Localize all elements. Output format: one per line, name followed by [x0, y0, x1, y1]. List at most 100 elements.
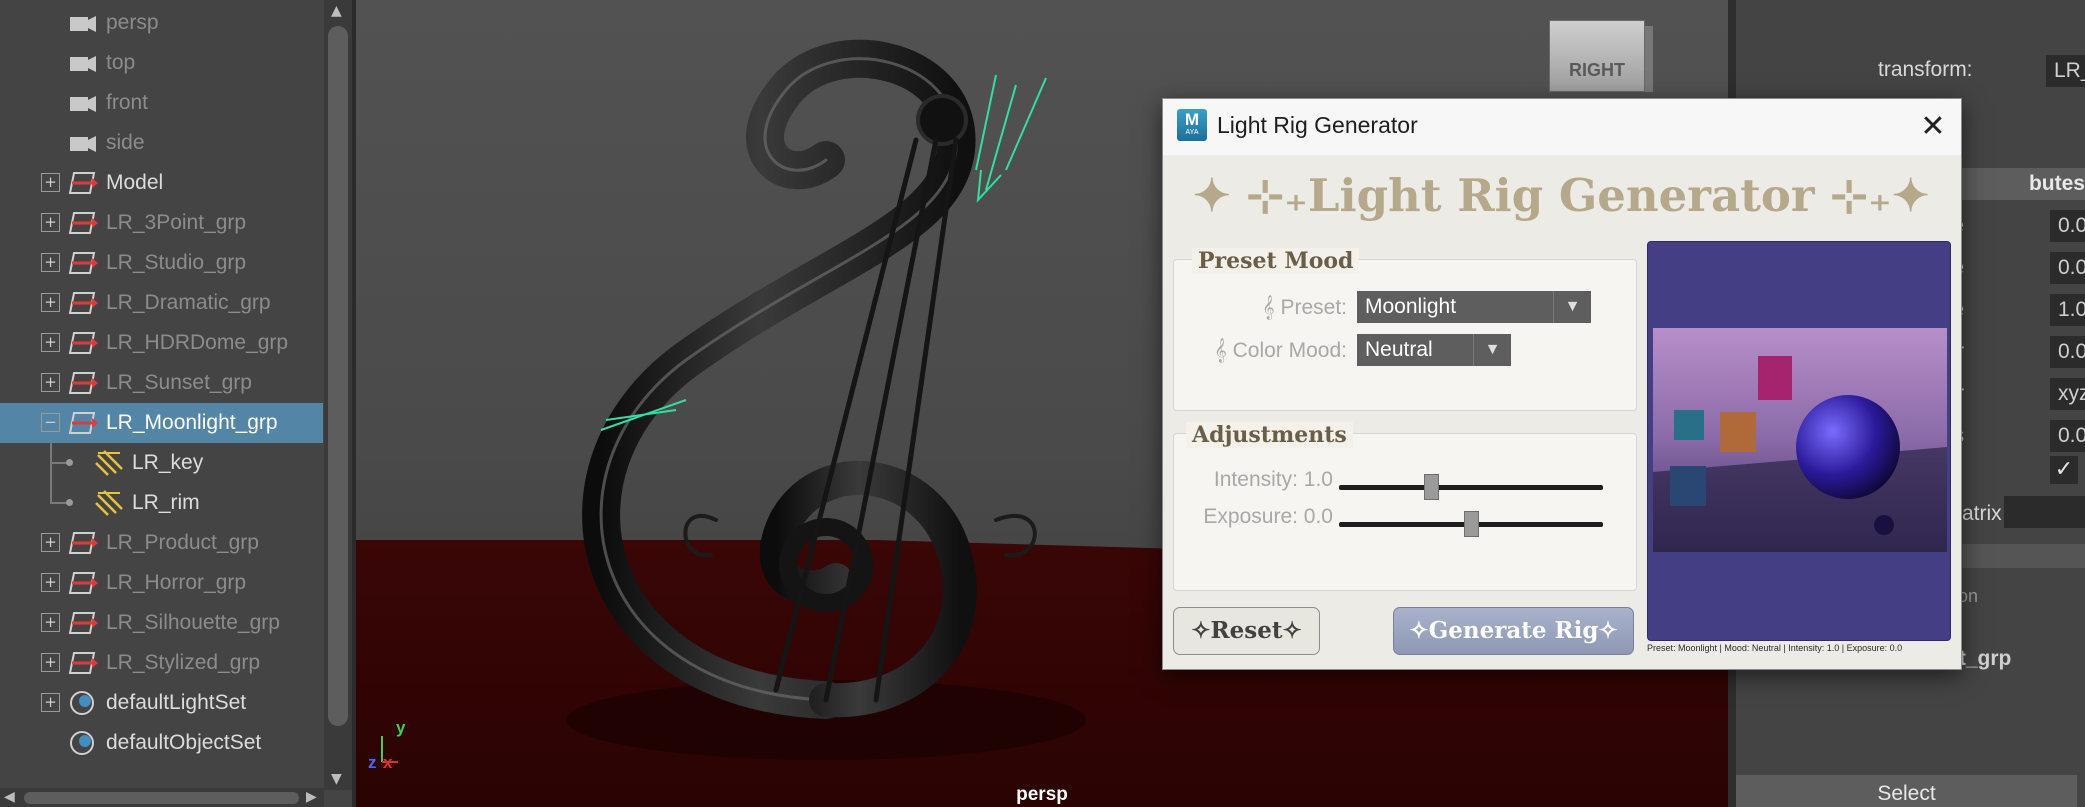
- attribute-row-field[interactable]: xyz: [2050, 378, 2085, 410]
- intensity-slider-thumb[interactable]: [1423, 474, 1439, 500]
- outliner-scroll-thumb[interactable]: [328, 26, 348, 726]
- preview-cube-orange: [1720, 412, 1756, 452]
- matrix-label: atrix: [1962, 502, 2002, 525]
- outliner-item-label: LR_Sunset_grp: [106, 371, 252, 394]
- outliner-item[interactable]: top: [0, 43, 323, 83]
- outliner-item[interactable]: − LR_Moonlight_grp: [0, 403, 323, 443]
- attribute-row-field[interactable]: 0.0: [2050, 336, 2085, 368]
- transform-name-field[interactable]: LR_: [2046, 55, 2085, 87]
- outliner-item[interactable]: + LR_Horror_grp: [0, 563, 323, 603]
- outliner-item[interactable]: + LR_Stylized_grp: [0, 643, 323, 683]
- matrix-field[interactable]: [2004, 496, 2085, 528]
- outliner-item-label: Model: [106, 171, 164, 194]
- outliner-item[interactable]: + LR_Product_grp: [0, 523, 323, 563]
- reset-button[interactable]: ✧Reset✧: [1173, 607, 1320, 655]
- close-icon[interactable]: ✕: [1913, 107, 1953, 147]
- outliner-horizontal-scrollbar[interactable]: ◀ ▶: [0, 788, 324, 807]
- attribute-row-field[interactable]: 0.0: [2050, 252, 2085, 284]
- expand-icon[interactable]: +: [41, 373, 60, 392]
- chevron-down-icon[interactable]: ▼: [1553, 291, 1591, 323]
- expand-icon[interactable]: +: [41, 293, 60, 312]
- color-mood-combobox[interactable]: Neutral ▼: [1357, 334, 1511, 366]
- directional-light-icon: [94, 489, 124, 517]
- expand-icon[interactable]: +: [41, 693, 60, 712]
- chevron-down-icon[interactable]: ▼: [1473, 334, 1511, 366]
- outliner-item-label: defaultLightSet: [106, 691, 247, 714]
- outliner-item-label: LR_key: [132, 451, 204, 474]
- adjustments-title: Adjustments: [1186, 422, 1353, 448]
- transform-label: transform:: [1878, 58, 1973, 81]
- outliner-item[interactable]: LR_key: [0, 443, 323, 483]
- expand-icon[interactable]: +: [41, 333, 60, 352]
- outliner-item-label: top: [106, 51, 136, 74]
- outliner-item[interactable]: side: [0, 123, 323, 163]
- exposure-slider-thumb[interactable]: [1463, 511, 1479, 537]
- outliner-item[interactable]: LR_rim: [0, 483, 323, 523]
- group-icon: [68, 409, 98, 437]
- expand-icon[interactable]: +: [41, 613, 60, 632]
- camera-icon: [68, 49, 98, 77]
- outliner-item-label: defaultObjectSet: [106, 731, 262, 754]
- outliner-item[interactable]: + LR_Dramatic_grp: [0, 283, 323, 323]
- scroll-right-arrow-icon[interactable]: ▶: [306, 790, 317, 804]
- outliner-item-label: LR_HDRDome_grp: [106, 331, 289, 354]
- outliner-item[interactable]: + LR_Silhouette_grp: [0, 603, 323, 643]
- select-button[interactable]: Select: [1736, 775, 2077, 807]
- scroll-down-arrow-icon[interactable]: ▼: [331, 772, 342, 786]
- intensity-slider-track[interactable]: [1339, 485, 1603, 490]
- view-cube[interactable]: RIGHT: [1549, 20, 1645, 92]
- outliner-item[interactable]: persp: [0, 3, 323, 43]
- preset-combobox-value: Moonlight: [1365, 295, 1457, 318]
- outliner-item[interactable]: + Model: [0, 163, 323, 203]
- group-icon: [68, 289, 98, 317]
- group-icon: [68, 329, 98, 357]
- outliner-item-label: LR_rim: [132, 491, 200, 514]
- attribute-row-field[interactable]: 1.0: [2050, 294, 2085, 326]
- scroll-up-arrow-icon[interactable]: ▲: [331, 4, 342, 18]
- outliner-vertical-scrollbar[interactable]: ▲ ▼: [324, 0, 352, 790]
- view-cube-side[interactable]: [1645, 26, 1653, 92]
- preview-render: [1653, 328, 1947, 552]
- outliner-item[interactable]: defaultObjectSet: [0, 723, 323, 763]
- outliner-item[interactable]: front: [0, 83, 323, 123]
- attribute-row-field[interactable]: 0.0: [2050, 420, 2085, 452]
- outliner-item[interactable]: + defaultLightSet: [0, 683, 323, 723]
- expand-icon[interactable]: +: [41, 253, 60, 272]
- outliner-item-label: LR_Product_grp: [106, 531, 259, 554]
- tree-node-dot: [66, 499, 73, 506]
- group-icon: [68, 169, 98, 197]
- checkbox-checked[interactable]: ✓: [2050, 456, 2078, 484]
- outliner-item[interactable]: + LR_HDRDome_grp: [0, 323, 323, 363]
- app-icon-letter: M: [1184, 110, 1200, 129]
- outliner-item-label: persp: [106, 11, 159, 34]
- group-icon: [68, 369, 98, 397]
- tree-node-dot: [66, 459, 73, 466]
- expand-icon[interactable]: +: [41, 213, 60, 232]
- outliner-hscroll-thumb[interactable]: [24, 792, 299, 804]
- outliner-item[interactable]: + LR_3Point_grp: [0, 203, 323, 243]
- outliner-item-label: LR_Moonlight_grp: [106, 411, 278, 434]
- outliner-item-label: LR_Stylized_grp: [106, 651, 261, 674]
- expand-icon[interactable]: +: [41, 533, 60, 552]
- preview-cube-blue: [1670, 466, 1706, 506]
- outliner-item[interactable]: + LR_Studio_grp: [0, 243, 323, 283]
- generate-rig-button[interactable]: ✧Generate Rig✧: [1393, 607, 1634, 655]
- outliner-item[interactable]: + LR_Sunset_grp: [0, 363, 323, 403]
- dialog-titlebar[interactable]: M AYA Light Rig Generator ✕: [1163, 99, 1961, 155]
- axis-x-label: x: [383, 753, 393, 772]
- collapse-icon[interactable]: −: [41, 413, 60, 432]
- expand-icon[interactable]: +: [41, 573, 60, 592]
- preset-combobox[interactable]: Moonlight ▼: [1357, 291, 1591, 323]
- directional-light-icon: [94, 449, 124, 477]
- scroll-left-arrow-icon[interactable]: ◀: [4, 790, 15, 804]
- axis-y-label: y: [396, 718, 406, 737]
- expand-icon[interactable]: +: [41, 173, 60, 192]
- color-mood-combobox-value: Neutral: [1365, 338, 1433, 361]
- expand-icon[interactable]: +: [41, 653, 60, 672]
- group-icon: [68, 529, 98, 557]
- camera-icon: [68, 129, 98, 157]
- dialog-heading: ✦ ⊹₊Light Rig Generator ⊹₊✦: [1193, 169, 1930, 222]
- attribute-row-field[interactable]: 0.0: [2050, 210, 2085, 242]
- app-icon-sub: AYA: [1185, 129, 1199, 136]
- preview-sphere: [1796, 395, 1900, 499]
